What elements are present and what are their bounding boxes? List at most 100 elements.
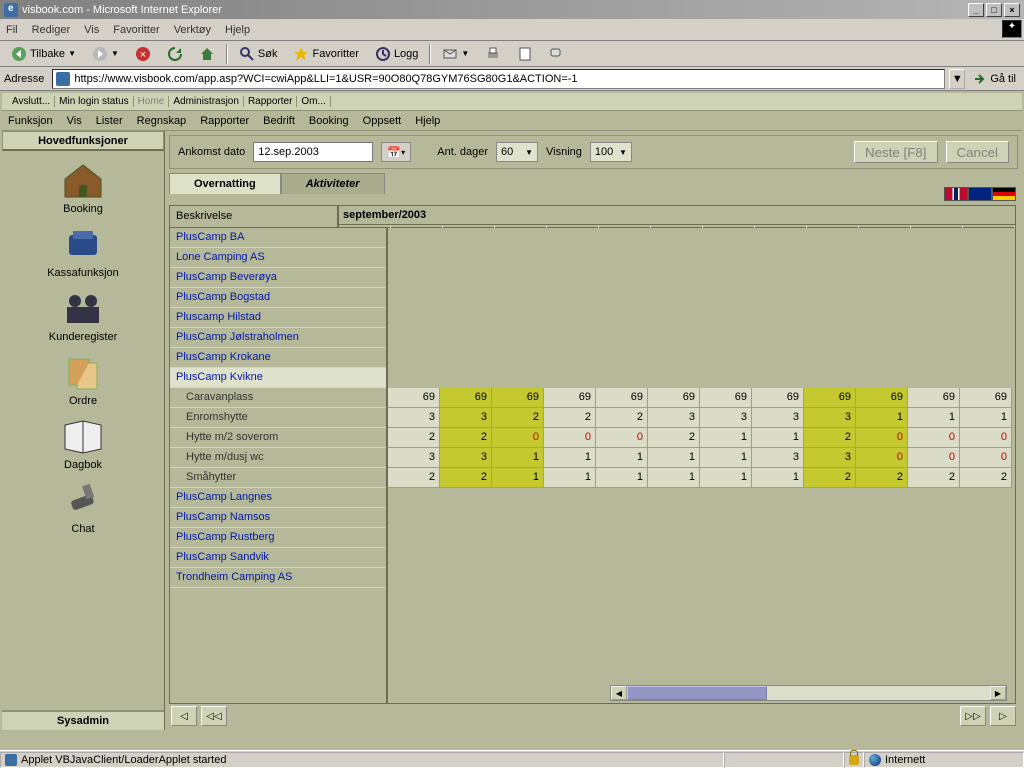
nav-next-button[interactable]: ▷▷ <box>960 706 986 726</box>
value-cell[interactable]: 69 <box>804 388 856 407</box>
value-cell[interactable]: 69 <box>960 388 1012 407</box>
menu-edit[interactable]: Rediger <box>32 24 71 36</box>
close-button[interactable]: × <box>1004 3 1020 17</box>
home-button[interactable] <box>192 43 222 65</box>
value-cell[interactable]: 1 <box>544 448 596 467</box>
sidebar-item-kunderegister[interactable]: Kunderegister <box>33 287 133 343</box>
forward-button[interactable]: ▼ <box>85 43 126 65</box>
stop-button[interactable]: × <box>128 43 158 65</box>
value-cell[interactable]: 2 <box>388 468 440 487</box>
scroll-thumb[interactable] <box>627 686 767 700</box>
value-cell[interactable]: 1 <box>648 468 700 487</box>
tab-overnatting[interactable]: Overnatting <box>169 173 281 194</box>
resource-row[interactable]: Hytte m/2 soverom <box>170 428 386 448</box>
sidebar-item-chat[interactable]: Chat <box>33 479 133 535</box>
history-button[interactable]: Logg <box>368 43 425 65</box>
menu-help[interactable]: Hjelp <box>225 24 250 36</box>
favorites-button[interactable]: Favoritter <box>286 43 365 65</box>
value-cell[interactable]: 3 <box>388 408 440 427</box>
value-cell[interactable]: 2 <box>648 428 700 447</box>
arrival-date-input[interactable] <box>253 142 373 162</box>
value-cell[interactable]: 3 <box>804 408 856 427</box>
appmenu-item[interactable]: Rapporter <box>200 115 249 127</box>
resource-row[interactable]: Caravanplass <box>170 388 386 408</box>
maximize-button[interactable]: □ <box>986 3 1002 17</box>
value-cell[interactable]: 0 <box>544 428 596 447</box>
appmenu-item[interactable]: Bedrift <box>263 115 295 127</box>
edit-button[interactable] <box>510 43 540 65</box>
breadcrumb-item[interactable]: Home <box>134 96 170 107</box>
sidebar-item-kassafunksjon[interactable]: Kassafunksjon <box>33 223 133 279</box>
breadcrumb-item[interactable]: Administrasjon <box>169 96 244 107</box>
value-cell[interactable]: 2 <box>596 408 648 427</box>
property-row[interactable]: PlusCamp Langnes <box>170 488 386 508</box>
value-cell[interactable]: 2 <box>908 468 960 487</box>
value-cell[interactable]: 69 <box>388 388 440 407</box>
appmenu-item[interactable]: Hjelp <box>415 115 440 127</box>
sidebar-item-ordre[interactable]: Ordre <box>33 351 133 407</box>
value-cell[interactable]: 3 <box>440 408 492 427</box>
discuss-button[interactable] <box>542 43 572 65</box>
property-row[interactable]: Trondheim Camping AS <box>170 568 386 588</box>
value-cell[interactable]: 0 <box>960 448 1012 467</box>
property-row[interactable]: PlusCamp Jølstraholmen <box>170 328 386 348</box>
nav-last-button[interactable]: ▷ <box>990 706 1016 726</box>
appmenu-item[interactable]: Regnskap <box>137 115 187 127</box>
value-cell[interactable]: 69 <box>856 388 908 407</box>
property-row[interactable]: PlusCamp Namsos <box>170 508 386 528</box>
nav-prev-button[interactable]: ◁◁ <box>201 706 227 726</box>
appmenu-item[interactable]: Oppsett <box>363 115 402 127</box>
sidebar-sysadmin[interactable]: Sysadmin <box>2 710 164 730</box>
resource-row[interactable]: Enromshytte <box>170 408 386 428</box>
appmenu-item[interactable]: Booking <box>309 115 349 127</box>
appmenu-item[interactable]: Funksjon <box>8 115 53 127</box>
value-cell[interactable]: 1 <box>752 468 804 487</box>
property-row[interactable]: PlusCamp Beverøya <box>170 268 386 288</box>
value-cell[interactable]: 1 <box>596 468 648 487</box>
appmenu-item[interactable]: Lister <box>96 115 123 127</box>
value-cell[interactable]: 3 <box>440 448 492 467</box>
sidebar-item-booking[interactable]: Booking <box>33 159 133 215</box>
value-cell[interactable]: 3 <box>388 448 440 467</box>
menu-tools[interactable]: Verktøy <box>174 24 211 36</box>
value-cell[interactable]: 3 <box>752 408 804 427</box>
value-cell[interactable]: 0 <box>908 448 960 467</box>
value-cell[interactable]: 69 <box>440 388 492 407</box>
value-cell[interactable]: 1 <box>752 428 804 447</box>
scroll-left-button[interactable]: ◀ <box>611 686 627 700</box>
value-cell[interactable]: 2 <box>856 468 908 487</box>
value-cell[interactable]: 1 <box>856 408 908 427</box>
value-cell[interactable]: 69 <box>908 388 960 407</box>
property-row[interactable]: PlusCamp Kvikne <box>170 368 386 388</box>
value-cell[interactable]: 1 <box>960 408 1012 427</box>
view-select[interactable]: 100▼ <box>590 142 632 162</box>
breadcrumb-item[interactable]: Min login status <box>55 96 133 107</box>
property-row[interactable]: PlusCamp Krokane <box>170 348 386 368</box>
breadcrumb-item[interactable]: Om... <box>297 96 330 107</box>
value-cell[interactable]: 69 <box>648 388 700 407</box>
value-cell[interactable]: 1 <box>596 448 648 467</box>
value-cell[interactable]: 69 <box>700 388 752 407</box>
value-cell[interactable]: 1 <box>492 448 544 467</box>
menu-favorites[interactable]: Favoritter <box>113 24 159 36</box>
value-cell[interactable]: 0 <box>908 428 960 447</box>
resource-row[interactable]: Småhytter <box>170 468 386 488</box>
value-cell[interactable]: 1 <box>908 408 960 427</box>
search-button[interactable]: Søk <box>232 43 285 65</box>
refresh-button[interactable] <box>160 43 190 65</box>
value-cell[interactable]: 1 <box>492 468 544 487</box>
appmenu-item[interactable]: Vis <box>67 115 82 127</box>
value-cell[interactable]: 0 <box>492 428 544 447</box>
tab-aktiviteter[interactable]: Aktiviteter <box>281 173 385 194</box>
minimize-button[interactable]: _ <box>968 3 984 17</box>
value-cell[interactable]: 2 <box>492 408 544 427</box>
value-cell[interactable]: 69 <box>544 388 596 407</box>
value-cell[interactable]: 0 <box>960 428 1012 447</box>
print-button[interactable] <box>478 43 508 65</box>
value-cell[interactable]: 0 <box>596 428 648 447</box>
menu-view[interactable]: Vis <box>84 24 99 36</box>
address-dropdown[interactable]: ▼ <box>949 69 965 89</box>
value-cell[interactable]: 0 <box>856 448 908 467</box>
breadcrumb-item[interactable]: Rapporter <box>244 96 297 107</box>
value-cell[interactable]: 69 <box>752 388 804 407</box>
